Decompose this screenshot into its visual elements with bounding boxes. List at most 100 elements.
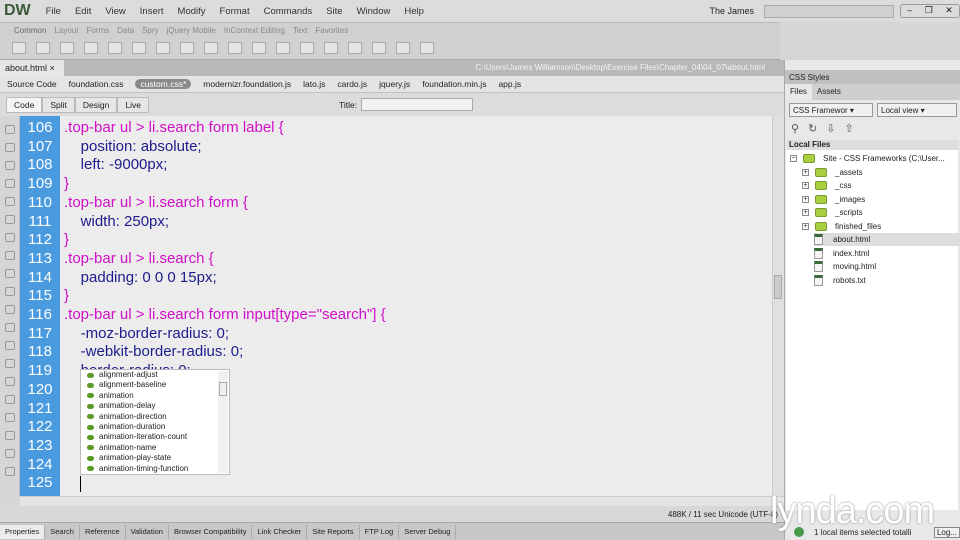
insert-tool-icon[interactable] [396, 42, 410, 54]
coding-tool-icon[interactable] [5, 431, 15, 440]
insert-tab-spry[interactable]: Spry [142, 26, 158, 35]
results-tab-reference[interactable]: Reference [80, 524, 126, 539]
code-hint-item[interactable]: animation-duration [81, 422, 229, 432]
tree-item-moving-html[interactable]: moving.html [814, 260, 876, 273]
coding-tool-icon[interactable] [5, 197, 15, 206]
related-file-jquery-js[interactable]: jquery.js [379, 79, 410, 89]
coding-tool-icon[interactable] [5, 161, 15, 170]
results-tab-properties[interactable]: Properties [0, 524, 46, 539]
expand-icon[interactable]: + [802, 168, 809, 176]
help-search-input[interactable] [764, 4, 894, 18]
insert-tab-data[interactable]: Data [117, 26, 134, 35]
menu-insert[interactable]: Insert [140, 6, 164, 17]
view-select[interactable]: Local view ▾ [877, 103, 957, 117]
menu-commands[interactable]: Commands [264, 6, 313, 17]
insert-tool-icon[interactable] [60, 42, 74, 54]
view-split-button[interactable]: Split [42, 96, 75, 113]
code-hint-item[interactable]: alignment-adjust [81, 370, 229, 380]
related-file-app-js[interactable]: app.js [498, 79, 521, 89]
insert-tab-jquery-mobile[interactable]: jQuery Mobile [167, 26, 216, 35]
tree-item-scripts[interactable]: + _scripts [802, 206, 863, 219]
insert-tool-icon[interactable] [252, 42, 266, 54]
tab-files[interactable]: Files [785, 84, 812, 100]
results-tab-search[interactable]: Search [45, 524, 80, 539]
workspace-user[interactable]: The James [709, 6, 754, 16]
expand-icon[interactable]: + [802, 222, 809, 230]
code-hint-item[interactable]: animation-direction [81, 412, 229, 422]
coding-tool-icon[interactable] [5, 125, 15, 134]
coding-tool-icon[interactable] [5, 305, 15, 314]
related-file-modernizr-foundation-js[interactable]: modernizr.foundation.js [203, 79, 291, 89]
view-live-button[interactable]: Live [117, 96, 149, 113]
code-hint-item[interactable]: animation-iteration-count [81, 432, 229, 442]
tree-item-finished-files[interactable]: + finished_files [802, 220, 881, 233]
view-design-button[interactable]: Design [74, 96, 118, 113]
window-controls[interactable]: – ❐ ✕ [900, 4, 960, 18]
insert-tool-icon[interactable] [156, 42, 170, 54]
tab-about-html[interactable]: about.html × [0, 60, 64, 76]
coding-tool-icon[interactable] [5, 413, 15, 422]
menu-view[interactable]: View [105, 6, 125, 17]
coding-tool-icon[interactable] [5, 377, 15, 386]
menu-format[interactable]: Format [220, 6, 250, 17]
hint-scrollbar-thumb[interactable] [219, 382, 227, 396]
coding-tool-icon[interactable] [5, 359, 15, 368]
coding-tool-icon[interactable] [5, 323, 15, 332]
insert-tool-icon[interactable] [204, 42, 218, 54]
related-file-cardo-js[interactable]: cardo.js [337, 79, 367, 89]
menu-edit[interactable]: Edit [75, 6, 91, 17]
insert-tab-incontext-editing[interactable]: InContext Editing [224, 26, 285, 35]
collapse-icon[interactable]: − [790, 155, 797, 162]
menu-site[interactable]: Site [326, 6, 342, 17]
insert-tool-icon[interactable] [228, 42, 242, 54]
expand-icon[interactable]: + [802, 195, 809, 203]
insert-tool-icon[interactable] [324, 42, 338, 54]
related-file-custom-css[interactable]: custom.css* [135, 79, 192, 89]
code-hint-item[interactable]: animation-delay [81, 401, 229, 411]
menu-window[interactable]: Window [357, 6, 391, 17]
insert-tool-icon[interactable] [372, 42, 386, 54]
coding-tool-icon[interactable] [5, 233, 15, 242]
related-file-lato-js[interactable]: lato.js [303, 79, 325, 89]
coding-tool-icon[interactable] [5, 215, 15, 224]
coding-tool-icon[interactable] [5, 287, 15, 296]
scrollbar-thumb[interactable] [774, 275, 782, 299]
insert-tool-icon[interactable] [108, 42, 122, 54]
insert-tab-text[interactable]: Text [293, 26, 308, 35]
insert-tool-icon[interactable] [300, 42, 314, 54]
tree-item-robots-txt[interactable]: robots.txt [814, 274, 866, 287]
tree-item-about-html[interactable]: about.html [814, 233, 960, 246]
tree-item-images[interactable]: + _images [802, 193, 865, 206]
expand-icon[interactable]: + [802, 182, 809, 189]
code-hint-item[interactable]: animation-timing-function [81, 464, 229, 474]
menu-file[interactable]: File [46, 6, 61, 17]
close-tab-icon[interactable]: × [50, 63, 55, 73]
vertical-scrollbar[interactable] [772, 116, 784, 496]
insert-tool-icon[interactable] [36, 42, 50, 54]
code-hint-menu[interactable]: alignment-adjust alignment-baseline animat… [80, 369, 230, 475]
log-button[interactable]: Log... [933, 526, 960, 538]
coding-tool-icon[interactable] [5, 467, 15, 476]
insert-tool-icon[interactable] [12, 42, 26, 54]
related-file-foundation-css[interactable]: foundation.css [69, 79, 124, 89]
minimize-icon[interactable]: – [907, 5, 912, 17]
insert-tab-common[interactable]: Common [14, 26, 46, 35]
results-tab-server-debug[interactable]: Server Debug [399, 524, 457, 539]
insert-tool-icon[interactable] [348, 42, 362, 54]
results-tab-browser-compatibility[interactable]: Browser Compatibility [169, 524, 253, 539]
code-hint-item[interactable]: animation-play-state [81, 453, 229, 463]
insert-tool-icon[interactable] [276, 42, 290, 54]
insert-tab-forms[interactable]: Forms [86, 26, 109, 35]
coding-tool-icon[interactable] [5, 269, 15, 278]
related-file-source-code[interactable]: Source Code [7, 79, 57, 89]
results-tab-ftp-log[interactable]: FTP Log [360, 524, 400, 539]
code-hint-item[interactable]: alignment-baseline [81, 380, 229, 390]
menu-help[interactable]: Help [404, 6, 424, 17]
tree-item-site-css-frameworks-c-user[interactable]: − Site - CSS Frameworks (C:\User... [790, 152, 945, 165]
results-tab-validation[interactable]: Validation [126, 524, 169, 539]
close-icon[interactable]: ✕ [945, 5, 953, 17]
coding-tool-icon[interactable] [5, 341, 15, 350]
insert-tab-layout[interactable]: Layout [54, 26, 78, 35]
panel-toolbar[interactable]: ⚲↻⇩⇧ [791, 122, 863, 135]
results-tab-link-checker[interactable]: Link Checker [252, 524, 308, 539]
